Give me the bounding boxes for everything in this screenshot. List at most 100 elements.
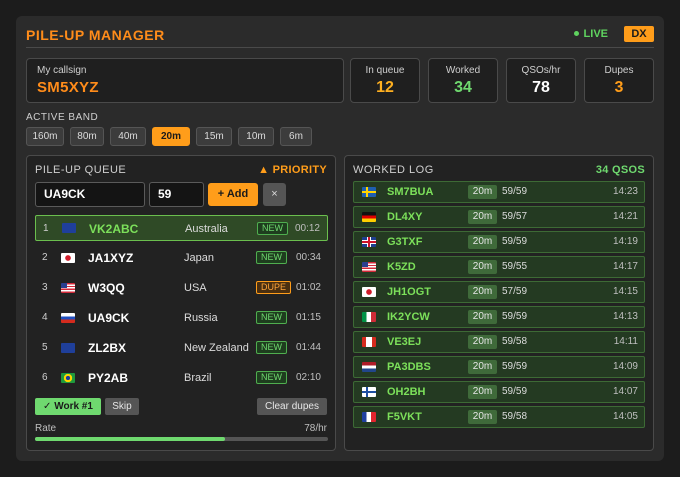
log-row-callsign: DL4XY bbox=[387, 211, 423, 223]
flag-jp-icon bbox=[61, 253, 75, 263]
queue-row-index: 6 bbox=[42, 372, 48, 383]
header: PILE-UP MANAGER LIVE DX bbox=[26, 24, 654, 48]
log-row[interactable]: PA3DBS 20m 59/59 14:09 bbox=[353, 356, 645, 378]
log-row-rst: 57/59 bbox=[502, 286, 528, 297]
flag-nl-icon bbox=[362, 362, 376, 372]
band-button-80m[interactable]: 80m bbox=[70, 127, 104, 146]
log-row-callsign: OH2BH bbox=[387, 386, 426, 398]
queue-row[interactable]: 2 JA1XYZ Japan NEW 00:34 bbox=[35, 245, 328, 271]
work-next-button[interactable]: ✓ Work #1 bbox=[35, 398, 101, 415]
band-button-15m[interactable]: 15m bbox=[196, 127, 232, 146]
log-row-time: 14:13 bbox=[612, 311, 638, 322]
log-row-band: 20m bbox=[468, 260, 497, 274]
log-row-band: 20m bbox=[468, 335, 497, 349]
flag-se-icon bbox=[362, 187, 376, 197]
stat-value: 3 bbox=[614, 79, 624, 96]
flag-ca-icon bbox=[362, 337, 376, 347]
log-row[interactable]: F5VKT 20m 59/58 14:05 bbox=[353, 406, 645, 428]
status-badge: NEW bbox=[256, 371, 287, 384]
band-button-6m[interactable]: 6m bbox=[280, 127, 312, 146]
skip-button[interactable]: Skip bbox=[105, 398, 139, 415]
log-row-rst: 59/59 bbox=[502, 311, 528, 322]
queue-row[interactable]: 6 PY2AB Brazil NEW 02:10 bbox=[35, 365, 328, 391]
log-row-band: 20m bbox=[468, 410, 497, 424]
log-row-rst: 59/59 bbox=[502, 236, 528, 247]
log-row[interactable]: OH2BH 20m 59/59 14:07 bbox=[353, 381, 645, 403]
queue-row-country: USA bbox=[184, 282, 207, 294]
log-row[interactable]: JH1OGT 20m 57/59 14:15 bbox=[353, 281, 645, 303]
log-row-time: 14:09 bbox=[612, 361, 638, 372]
status-badge: NEW bbox=[257, 222, 288, 235]
stat-qsos-per-hour: QSOs/hr 78 bbox=[506, 58, 576, 103]
log-row-time: 14:17 bbox=[612, 261, 638, 272]
queue-row-callsign: ZL2BX bbox=[88, 341, 127, 355]
log-row-band: 20m bbox=[468, 285, 497, 299]
worked-log-panel: WORKED LOG 34 QSOS SM7BUA 20m 59/59 14:2… bbox=[344, 155, 654, 451]
log-row-band: 20m bbox=[468, 385, 497, 399]
flag-ru-icon bbox=[61, 313, 75, 323]
rate-label: Rate bbox=[35, 423, 57, 434]
rate-value: 78/hr bbox=[304, 423, 327, 434]
flag-us-icon bbox=[362, 262, 376, 272]
band-button-10m[interactable]: 10m bbox=[238, 127, 274, 146]
log-row[interactable]: VE3EJ 20m 59/58 14:11 bbox=[353, 331, 645, 353]
queue-row[interactable]: 3 W3QQ USA DUPE 01:02 bbox=[35, 275, 328, 301]
flag-gb-icon bbox=[362, 237, 376, 247]
log-row-callsign: PA3DBS bbox=[387, 361, 431, 373]
log-row-band: 20m bbox=[468, 310, 497, 324]
log-row[interactable]: DL4XY 20m 59/57 14:21 bbox=[353, 206, 645, 228]
queue-row-index: 3 bbox=[42, 282, 48, 293]
band-button-160m[interactable]: 160m bbox=[26, 127, 64, 146]
flag-jp-icon bbox=[362, 287, 376, 297]
log-row-callsign: IK2YCW bbox=[387, 311, 430, 323]
stat-in-queue: In queue 12 bbox=[350, 58, 420, 103]
live-indicator: LIVE bbox=[573, 28, 608, 40]
log-row[interactable]: K5ZD 20m 59/55 14:17 bbox=[353, 256, 645, 278]
queue-row-country: Brazil bbox=[184, 372, 212, 384]
log-row-rst: 59/57 bbox=[502, 211, 528, 222]
queue-row-country: Australia bbox=[185, 223, 228, 235]
band-button-40m[interactable]: 40m bbox=[110, 127, 146, 146]
log-row-band: 20m bbox=[468, 235, 497, 249]
queue-row-index: 2 bbox=[42, 252, 48, 263]
queue-row-callsign: UA9CK bbox=[88, 311, 130, 325]
stat-label: In queue bbox=[365, 65, 405, 76]
queue-row[interactable]: 5 ZL2BX New Zealand NEW 01:44 bbox=[35, 335, 328, 361]
add-button[interactable]: + Add bbox=[208, 183, 258, 206]
log-row[interactable]: G3TXF 20m 59/59 14:19 bbox=[353, 231, 645, 253]
log-row[interactable]: IK2YCW 20m 59/59 14:13 bbox=[353, 306, 645, 328]
dx-mode-badge[interactable]: DX bbox=[624, 26, 654, 42]
rate-progress-fill bbox=[35, 437, 226, 441]
log-row-band: 20m bbox=[468, 185, 497, 199]
log-row-time: 14:07 bbox=[612, 386, 638, 397]
log-row-band: 20m bbox=[468, 360, 497, 374]
queue-row[interactable]: 4 UA9CK Russia NEW 01:15 bbox=[35, 305, 328, 331]
my-callsign-card: My callsign SM5XYZ bbox=[26, 58, 344, 103]
my-callsign-value: SM5XYZ bbox=[37, 79, 99, 96]
log-row[interactable]: SM7BUA 20m 59/59 14:23 bbox=[353, 181, 645, 203]
priority-toggle[interactable]: ▲ PRIORITY bbox=[258, 164, 327, 176]
log-row-rst: 59/59 bbox=[502, 361, 528, 372]
pileup-manager-window: PILE-UP MANAGER LIVE DX My callsign SM5X… bbox=[16, 16, 664, 461]
callsign-input[interactable]: UA9CK bbox=[35, 182, 145, 207]
status-badge: NEW bbox=[256, 251, 287, 264]
log-row-rst: 59/55 bbox=[502, 261, 528, 272]
queue-row-time: 01:02 bbox=[295, 282, 321, 293]
status-badge: DUPE bbox=[256, 281, 292, 294]
clear-input-button[interactable]: × bbox=[263, 183, 286, 206]
queue-row[interactable]: 1 VK2ABC Australia NEW 00:12 bbox=[35, 215, 328, 241]
queue-row-callsign: W3QQ bbox=[88, 281, 125, 295]
queue-title: PILE-UP QUEUE bbox=[35, 164, 127, 176]
queue-row-time: 00:12 bbox=[294, 223, 320, 234]
stat-label: QSOs/hr bbox=[521, 65, 561, 76]
active-band-label: ACTIVE BAND bbox=[26, 112, 99, 123]
flag-us-icon bbox=[61, 283, 75, 293]
band-button-20m[interactable]: 20m bbox=[152, 127, 190, 146]
log-row-rst: 59/58 bbox=[502, 411, 528, 422]
stat-value: 12 bbox=[376, 79, 394, 96]
rst-input[interactable]: 59 bbox=[149, 182, 204, 207]
clear-dupes-button[interactable]: Clear dupes bbox=[257, 398, 327, 415]
log-row-callsign: G3TXF bbox=[387, 236, 423, 248]
app-title: PILE-UP MANAGER bbox=[26, 27, 165, 43]
stat-value: 78 bbox=[532, 79, 550, 96]
